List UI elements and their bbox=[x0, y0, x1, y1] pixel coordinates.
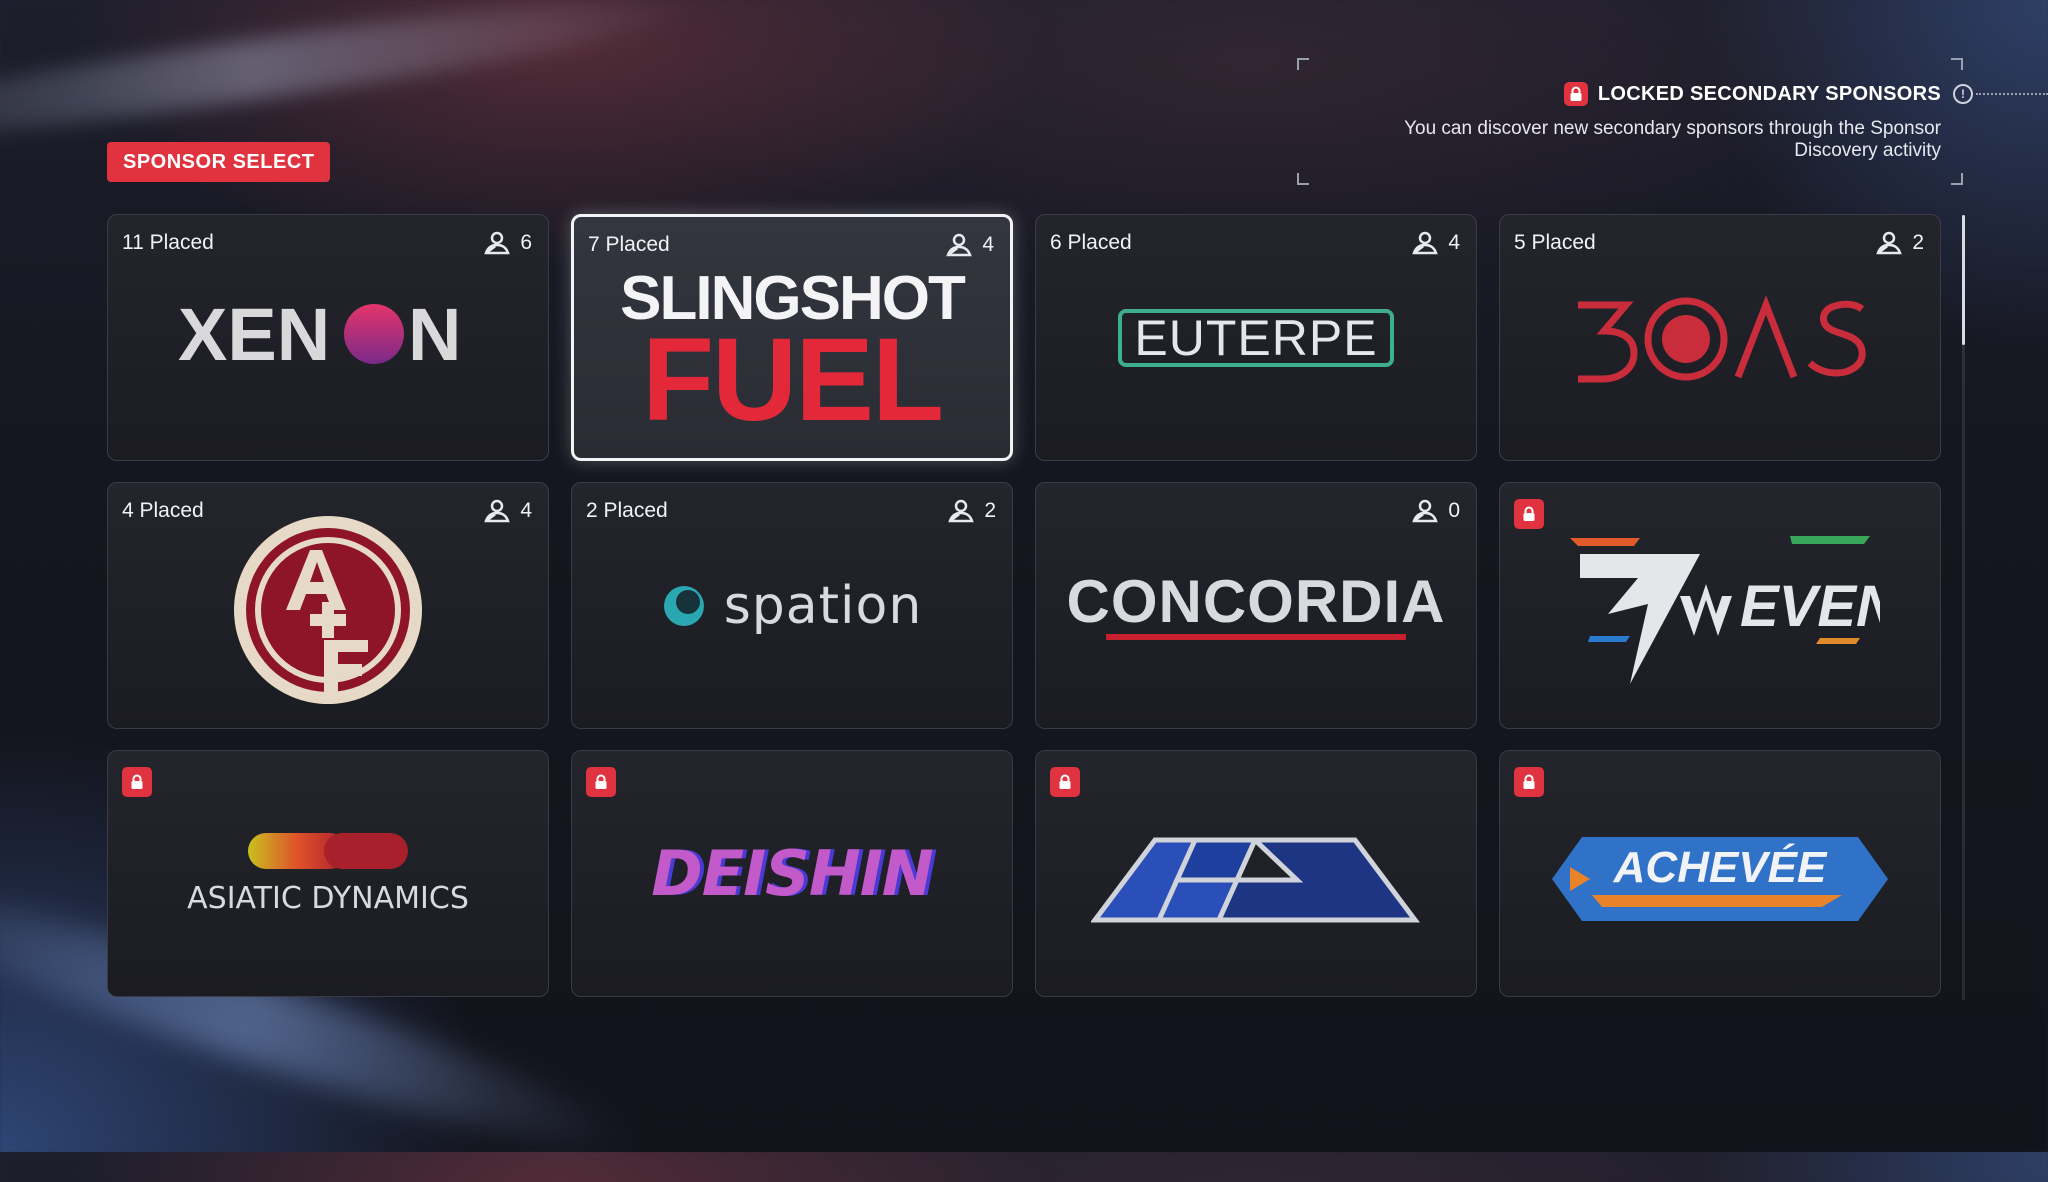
driver-slot-count: 0 bbox=[1448, 499, 1460, 522]
sponsor-card-xenon[interactable]: XEN N 11 Placed 6 bbox=[107, 214, 549, 461]
driver-slots: 4 bbox=[484, 499, 532, 523]
achevee-logo-text: ACHEVÉE bbox=[1613, 842, 1827, 892]
sponsor-card-concordia[interactable]: CONCORDIA 0 bbox=[1035, 482, 1477, 729]
driver-slot-count: 2 bbox=[984, 499, 996, 522]
notice-title-row: LOCKED SECONDARY SPONSORS bbox=[1563, 82, 1941, 106]
driver-slots: 2 bbox=[1876, 231, 1924, 255]
driver-icon bbox=[484, 499, 511, 523]
notice-corner bbox=[1951, 173, 1963, 185]
deishin-logo: DEISHIN bbox=[572, 751, 1012, 996]
asiatic-dynamics-mark bbox=[248, 833, 408, 869]
mountain-logo bbox=[1036, 751, 1476, 996]
placed-count: 7 Placed bbox=[588, 233, 670, 256]
placed-count: 6 Placed bbox=[1050, 231, 1132, 254]
scrollbar-thumb[interactable] bbox=[1962, 215, 1965, 345]
placed-count: 2 Placed bbox=[586, 499, 668, 522]
driver-slot-count: 4 bbox=[1448, 231, 1460, 254]
7even-logo: EVEN bbox=[1500, 483, 1940, 728]
driver-slots: 2 bbox=[948, 499, 996, 523]
placed-count: 5 Placed bbox=[1514, 231, 1596, 254]
notice-corner bbox=[1951, 58, 1963, 70]
lock-icon bbox=[1514, 499, 1544, 529]
locked-sponsors-notice: LOCKED SECONDARY SPONSORS You can discov… bbox=[1297, 58, 1963, 185]
fuel-logo-text: FUEL bbox=[641, 313, 944, 446]
concordia-logo-text: CONCORDIA bbox=[1066, 567, 1446, 635]
lock-icon bbox=[586, 767, 616, 797]
lock-icon bbox=[1514, 767, 1544, 797]
sponsor-card-euterpe[interactable]: EUTERPE 6 Placed 4 bbox=[1035, 214, 1477, 461]
achevee-logo: ACHEVÉE bbox=[1500, 751, 1940, 996]
background-streak-top bbox=[0, 0, 700, 163]
asiatic-dynamics-logo: ASIATIC DYNAMICS bbox=[108, 751, 548, 996]
xenon-letters-left: XEN bbox=[178, 298, 330, 376]
svg-text:EVEN: EVEN bbox=[1740, 574, 1880, 639]
sponsor-select-badge: SPONSOR SELECT bbox=[107, 142, 331, 182]
xenon-letters-right: N bbox=[408, 298, 461, 376]
driver-slot-count: 2 bbox=[1912, 231, 1924, 254]
driver-slots: 0 bbox=[1412, 499, 1460, 523]
sponsor-card-asiatic-dynamics[interactable]: ASIATIC DYNAMICS bbox=[107, 750, 549, 997]
driver-icon bbox=[1412, 499, 1439, 523]
driver-slots: 4 bbox=[1412, 231, 1460, 255]
sponsor-grid: XEN N 11 Placed 6 SLINGSHOT FUEL 7 Place… bbox=[107, 214, 1941, 997]
notice-corner bbox=[1297, 173, 1309, 185]
euterpe-logo-text: EUTERPE bbox=[1134, 309, 1378, 366]
sponsor-card-spation[interactable]: spation 2 Placed 2 bbox=[571, 482, 1013, 729]
concordia-logo: CONCORDIA bbox=[1036, 483, 1476, 728]
sponsor-card-7even[interactable]: EVEN bbox=[1499, 482, 1941, 729]
spation-orb-icon bbox=[663, 585, 704, 626]
asiatic-dynamics-logo-text: ASIATIC DYNAMICS bbox=[187, 881, 469, 916]
placed-count: 11 Placed bbox=[122, 231, 214, 254]
lock-icon bbox=[1563, 82, 1588, 106]
driver-icon bbox=[948, 499, 975, 523]
notice-text: You can discover new secondary sponsors … bbox=[1404, 118, 1941, 161]
driver-icon bbox=[1876, 231, 1903, 255]
deishin-logo-text: DEISHIN bbox=[651, 837, 933, 910]
lock-icon bbox=[1050, 767, 1080, 797]
lock-icon bbox=[122, 767, 152, 797]
placed-count: 4 Placed bbox=[122, 499, 204, 522]
driver-slot-count: 4 bbox=[520, 499, 532, 522]
sponsor-card-boas[interactable]: 5 Placed 2 bbox=[1499, 214, 1941, 461]
sponsor-card-atf[interactable]: 4 Placed 4 bbox=[107, 482, 549, 729]
driver-slot-count: 6 bbox=[520, 231, 532, 254]
sponsor-card-achevee[interactable]: ACHEVÉE bbox=[1499, 750, 1941, 997]
driver-slot-count: 4 bbox=[982, 233, 994, 256]
driver-icon bbox=[1412, 231, 1439, 255]
driver-icon bbox=[484, 231, 511, 255]
sponsor-card-mountain[interactable] bbox=[1035, 750, 1477, 997]
info-icon[interactable]: ! bbox=[1953, 84, 1973, 104]
xenon-o-mark bbox=[344, 303, 404, 364]
driver-slots: 4 bbox=[946, 233, 994, 257]
sponsor-card-slingshot-fuel[interactable]: SLINGSHOT FUEL 7 Placed 4 bbox=[571, 214, 1013, 461]
notice-corner bbox=[1297, 58, 1309, 70]
notice-connector bbox=[1976, 93, 2048, 95]
notice-title: LOCKED SECONDARY SPONSORS bbox=[1597, 82, 1941, 105]
concordia-underline bbox=[1106, 633, 1406, 640]
driver-slots: 6 bbox=[484, 231, 532, 255]
spation-logo-text: spation bbox=[723, 575, 923, 636]
sponsor-card-deishin[interactable]: DEISHIN bbox=[571, 750, 1013, 997]
driver-icon bbox=[946, 233, 973, 257]
